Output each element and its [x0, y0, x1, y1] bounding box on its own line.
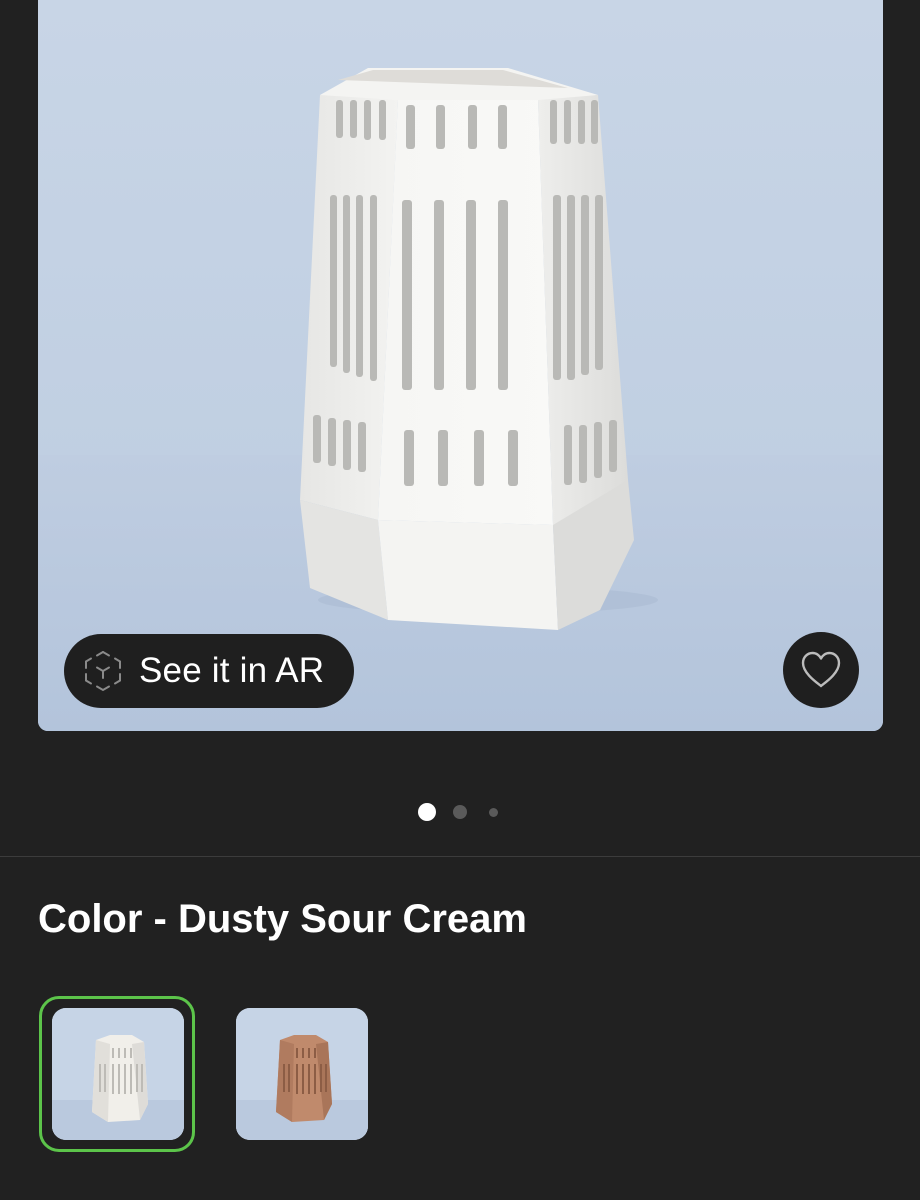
- terracotta-vase-thumbnail: [236, 1008, 368, 1140]
- ar-cube-icon: [85, 651, 121, 692]
- see-in-ar-button[interactable]: See it in AR: [64, 634, 354, 708]
- see-in-ar-label: See it in AR: [139, 651, 325, 690]
- carousel-dot-3[interactable]: [489, 808, 498, 817]
- product-page: See it in AR Color - Dusty Sour Cream: [0, 0, 920, 1200]
- vase-photo: [38, 0, 883, 731]
- carousel-dot-2[interactable]: [453, 805, 467, 819]
- product-image[interactable]: See it in AR: [38, 0, 883, 731]
- carousel-pagination: [0, 802, 920, 822]
- white-vase-thumbnail: [52, 1008, 184, 1140]
- color-swatch-dusty-sour-cream[interactable]: [52, 1008, 184, 1140]
- heart-outline-icon: [801, 651, 841, 688]
- section-divider: [0, 856, 920, 857]
- color-swatch-terracotta[interactable]: [236, 1008, 368, 1140]
- carousel-dot-1[interactable]: [418, 803, 436, 821]
- favorite-button[interactable]: [783, 632, 859, 708]
- selected-color-label: Color - Dusty Sour Cream: [38, 897, 527, 941]
